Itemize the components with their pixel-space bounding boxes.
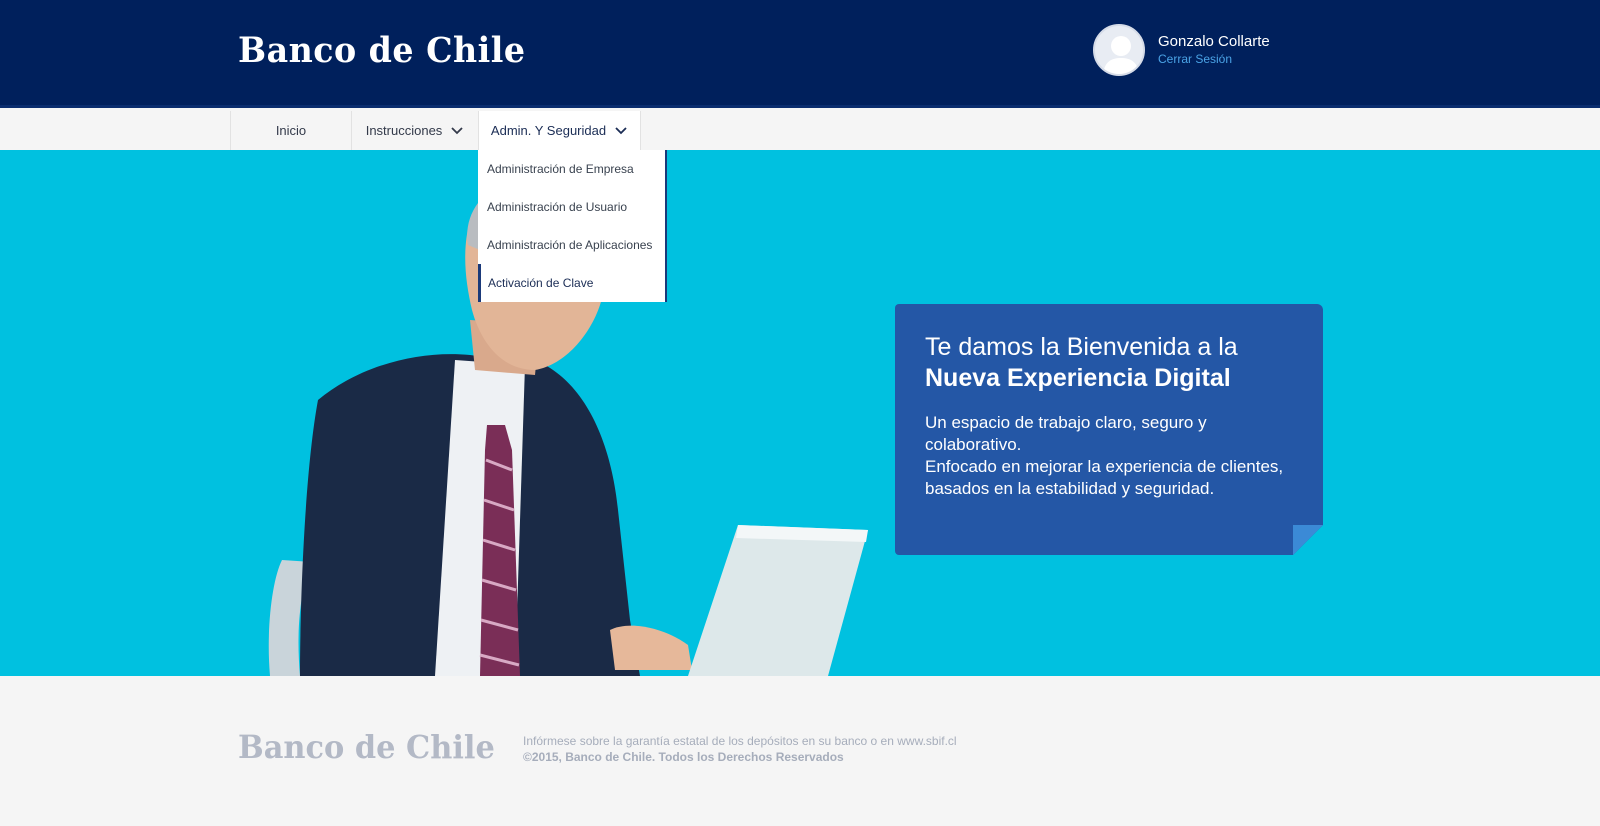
nav-item-label: Instrucciones: [365, 123, 443, 138]
page-fold-icon: [1293, 525, 1323, 555]
hero-banner: [0, 150, 1600, 676]
main-nav: Inicio Instrucciones Admin. Y Seguridad: [0, 111, 1600, 150]
businessman-laptop-image: [268, 177, 868, 676]
user-name: Gonzalo Collarte: [1158, 33, 1270, 50]
user-avatar-icon: [1093, 24, 1145, 76]
welcome-body-line2: Enfocado en mejorar la experiencia de cl…: [925, 457, 1284, 498]
dropdown-item-aplicaciones[interactable]: Administración de Aplicaciones: [478, 226, 665, 264]
admin-dropdown-menu: Administración de Empresa Administración…: [478, 150, 667, 302]
welcome-card: Te damos la Bienvenida a la Nueva Experi…: [895, 304, 1323, 555]
welcome-description: Un espacio de trabajo claro, seguro y co…: [925, 412, 1293, 500]
chevron-down-icon: [615, 126, 627, 134]
welcome-title-line2: Nueva Experiencia Digital: [925, 364, 1231, 392]
nav-item-label: Admin. Y Seguridad: [490, 123, 607, 138]
bank-logo[interactable]: Banco de Chile: [238, 30, 526, 71]
nav-item-inicio[interactable]: Inicio: [230, 111, 351, 150]
chevron-down-icon: [451, 126, 463, 134]
top-header: Banco de Chile Gonzalo Collarte Cerrar S…: [0, 0, 1600, 108]
dropdown-item-activacion-clave[interactable]: Activación de Clave: [478, 264, 665, 302]
welcome-title-line1: Te damos la Bienvenida a la: [925, 333, 1238, 361]
footer-logo: Banco de Chile: [238, 728, 495, 766]
footer-info-text: Infórmese sobre la garantía estatal de l…: [523, 734, 957, 748]
dropdown-item-empresa[interactable]: Administración de Empresa: [478, 150, 665, 188]
nav-item-instrucciones[interactable]: Instrucciones: [351, 111, 478, 150]
footer-copyright: ©2015, Banco de Chile. Todos los Derecho…: [523, 750, 844, 764]
nav-item-label: Inicio: [275, 123, 307, 138]
page-footer: Banco de Chile Infórmese sobre la garant…: [0, 676, 1600, 826]
dropdown-item-usuario[interactable]: Administración de Usuario: [478, 188, 665, 226]
nav-item-admin-seguridad[interactable]: Admin. Y Seguridad: [478, 111, 641, 150]
welcome-body-line1: Un espacio de trabajo claro, seguro y co…: [925, 413, 1207, 454]
logout-link[interactable]: Cerrar Sesión: [1158, 52, 1232, 66]
